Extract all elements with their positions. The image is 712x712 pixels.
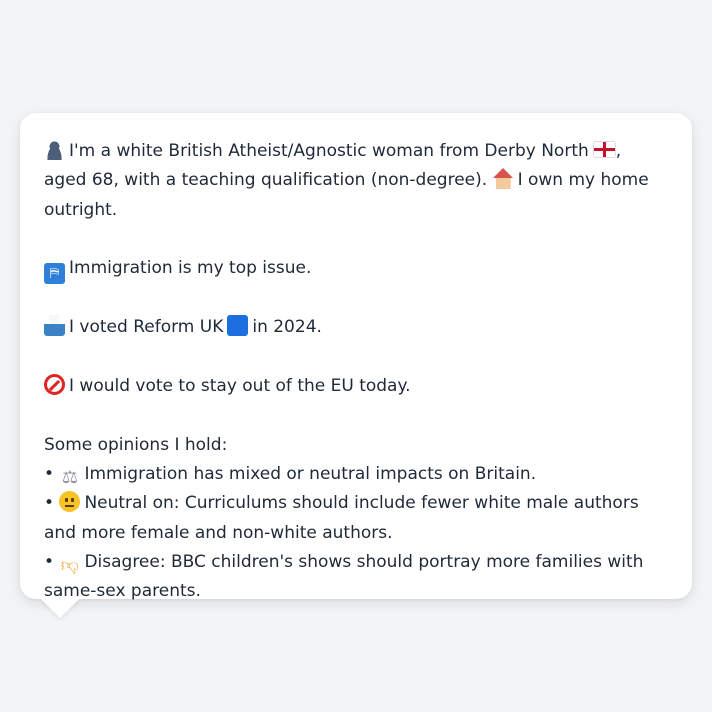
opinion-text: Immigration has mixed or neutral impacts…	[84, 463, 537, 484]
intro-paragraph: I'm a white British Atheist/Agnostic wom…	[44, 137, 668, 225]
eu-text: I would vote to stay out of the EU today…	[69, 376, 411, 397]
persona-speech-bubble: I'm a white British Atheist/Agnostic wom…	[20, 113, 692, 601]
vote-suffix-text: in 2024.	[252, 317, 322, 338]
speech-bubble-tail	[40, 598, 80, 618]
top-issue-paragraph: ⛿ Immigration is my top issue.	[44, 254, 668, 285]
ballot-box-icon	[44, 315, 65, 337]
opinions-heading: Some opinions I hold:	[44, 434, 228, 455]
top-issue-text: Immigration is my top issue.	[69, 258, 312, 279]
opinion-text: Disagree: BBC children's shows should po…	[44, 551, 644, 602]
intro-text: I'm a white British Atheist/Agnostic wom…	[69, 141, 589, 161]
prohibited-icon	[44, 374, 65, 396]
house-icon	[492, 168, 514, 190]
scales-icon: ⚖	[61, 466, 78, 488]
thumbs-down-icon: 👎︎	[60, 554, 80, 576]
opinion-item: • ⚖ Immigration has mixed or neutral impa…	[44, 460, 668, 489]
vote-paragraph: I voted Reform UK in 2024.	[44, 313, 668, 342]
bullet: •	[44, 463, 55, 484]
bullet: •	[44, 493, 55, 514]
eu-paragraph: I would vote to stay out of the EU today…	[44, 372, 668, 401]
bullet: •	[44, 551, 55, 572]
bust-silhouette-icon	[44, 139, 65, 160]
passport-control-icon: ⛿	[44, 263, 65, 285]
england-flag-icon	[592, 141, 616, 158]
opinion-item: • 👎︎ Disagree: BBC children's shows shoul…	[44, 548, 668, 607]
neutral-face-icon	[59, 491, 81, 513]
blue-square-icon	[227, 315, 249, 337]
vote-prefix-text: I voted Reform UK	[69, 317, 224, 338]
opinion-text: Neutral on: Curriculums should include f…	[44, 493, 639, 543]
page: I'm a white British Atheist/Agnostic wom…	[0, 0, 712, 712]
opinion-item: • Neutral on: Curriculums should include…	[44, 489, 668, 548]
